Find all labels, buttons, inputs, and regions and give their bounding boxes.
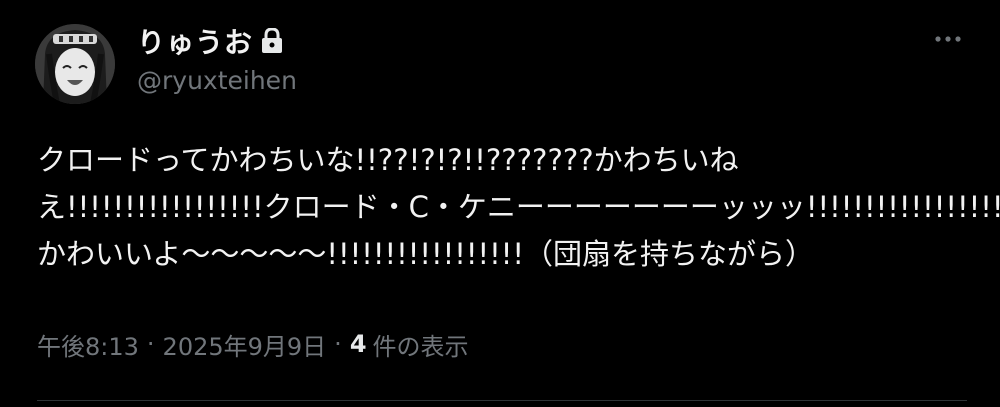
divider [37, 400, 967, 401]
tweet-time[interactable]: 午後8:13 [37, 327, 139, 362]
views-count: 4 [349, 330, 367, 358]
tweet-container: りゅうお @ryuxteihen クロードってかわちいな!!??!?!?!!??… [0, 0, 1000, 407]
lock-icon [261, 27, 283, 54]
tweet-text: クロードってかわちいな!!??!?!?!!???????かわちいね え!!!!!… [37, 137, 1000, 278]
more-horizontal-icon[interactable] [930, 27, 966, 51]
tweet-text-line: クロードってかわちいな!!??!?!?!!???????かわちいね [37, 143, 739, 177]
meta-separator: · [334, 330, 342, 358]
name-row: りゅうお [137, 21, 283, 61]
display-name[interactable]: りゅうお [137, 21, 253, 61]
avatar[interactable] [35, 24, 115, 104]
meta-separator: · [146, 330, 155, 358]
user-handle[interactable]: @ryuxteihen [137, 66, 297, 95]
tweet-meta: 午後8:13 · 2025年9月9日 · 4 件の表示 [37, 327, 469, 361]
views-label: 件の表示 [372, 332, 469, 361]
tweet-text-line: え!!!!!!!!!!!!!!!!!クロード・C・ケニーーーーーーーッッッ!!!… [37, 190, 1000, 224]
tweet-text-line: かわいいよ〜〜〜〜〜!!!!!!!!!!!!!!!!!（団扇を持ちながら） [37, 237, 815, 271]
tweet-date[interactable]: 2025年9月9日 [163, 327, 327, 362]
avatar-image [35, 24, 115, 104]
